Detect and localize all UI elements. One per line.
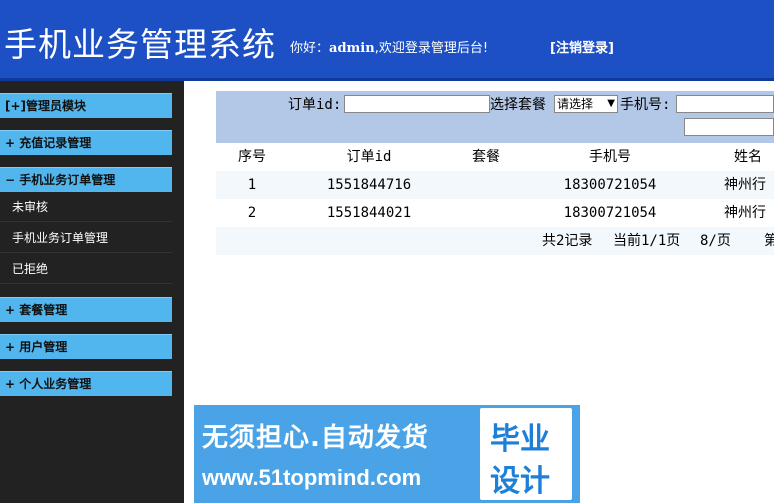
pagination-per-page: 8/页	[700, 233, 731, 249]
search-bar: 订单id: 选择套餐 请选择 ▼ 手机号:	[216, 91, 774, 143]
phone-input[interactable]	[676, 95, 774, 113]
column-header-no: 序号	[238, 149, 266, 165]
order-id-label: 订单id:	[288, 97, 342, 113]
sidebar-item-order-management[interactable]: 手机业务订单管理	[0, 223, 172, 253]
cell-order-id: 1551844716	[326, 177, 412, 193]
column-header-name: 姓名	[734, 149, 762, 165]
greeting-prefix: 你好：	[290, 41, 330, 56]
top-header: 手机业务管理系统 你好：admin,欢迎登录管理后台! [注销登录]	[0, 0, 774, 81]
cell-no: 2	[247, 205, 257, 221]
username: admin	[329, 41, 375, 56]
cell-name: 神州行	[724, 205, 766, 221]
table-header: 序号 订单id 套餐 手机号 姓名	[216, 143, 774, 171]
app-title: 手机业务管理系统	[4, 25, 276, 64]
column-header-order-id: 订单id	[346, 149, 392, 165]
cell-order-id: 1551844021	[326, 205, 412, 221]
chevron-down-icon: ▼	[607, 98, 615, 109]
cell-phone: 18300721054	[563, 205, 657, 221]
ad-badge: 毕业 设计	[480, 408, 572, 500]
column-header-package: 套餐	[472, 149, 500, 165]
logout-link[interactable]: [注销登录]	[550, 37, 614, 56]
sidebar-group-users[interactable]: + 用户管理	[0, 334, 172, 359]
cell-name: 神州行	[724, 177, 766, 193]
watermark-banner: 无须担心.自动发货 www.51topmind.com 毕业 设计	[194, 405, 580, 503]
sidebar-group-admin[interactable]: [+]管理员模块	[0, 93, 172, 118]
table-row[interactable]: 1 1551844716 18300721054 神州行	[216, 171, 774, 199]
column-header-phone: 手机号	[589, 149, 631, 165]
sidebar-group-personal-business[interactable]: + 个人业务管理	[0, 371, 172, 396]
welcome-message: 你好：admin,欢迎登录管理后台!	[290, 37, 488, 56]
pagination-first-link[interactable]: 第	[764, 227, 774, 255]
package-select[interactable]: 请选择 ▼	[554, 95, 618, 113]
ad-badge-line2: 设计	[490, 464, 550, 499]
sidebar-group-phone-orders[interactable]: − 手机业务订单管理	[0, 167, 172, 192]
cell-no: 1	[247, 177, 257, 193]
sidebar-group-packages[interactable]: + 套餐管理	[0, 297, 172, 322]
greeting-suffix: ,欢迎登录管理后台!	[374, 41, 489, 56]
sidebar-group-recharge-records[interactable]: + 充值记录管理	[0, 130, 172, 155]
ad-slogan: 无须担心.自动发货	[202, 423, 429, 453]
ad-url: www.51topmind.com	[202, 465, 422, 490]
sidebar: [+]管理员模块 + 充值记录管理 − 手机业务订单管理 未审核 手机业务订单管…	[0, 81, 184, 503]
pagination-total: 共2记录	[542, 233, 593, 249]
sidebar-item-unreviewed[interactable]: 未审核	[0, 192, 172, 222]
package-selected-value: 请选择	[557, 97, 594, 111]
ad-badge-line1: 毕业	[490, 422, 550, 457]
cell-phone: 18300721054	[563, 177, 657, 193]
search-extra-input[interactable]	[684, 118, 774, 136]
package-label: 选择套餐	[490, 97, 546, 113]
pagination-current: 当前1/1页	[613, 233, 681, 249]
table-row[interactable]: 2 1551844021 18300721054 神州行	[216, 199, 774, 227]
phone-label: 手机号:	[620, 97, 671, 113]
sidebar-item-rejected[interactable]: 已拒绝	[0, 254, 172, 284]
order-id-input[interactable]	[344, 95, 490, 113]
pagination-bar: 共2记录 当前1/1页 8/页 第	[216, 227, 774, 255]
